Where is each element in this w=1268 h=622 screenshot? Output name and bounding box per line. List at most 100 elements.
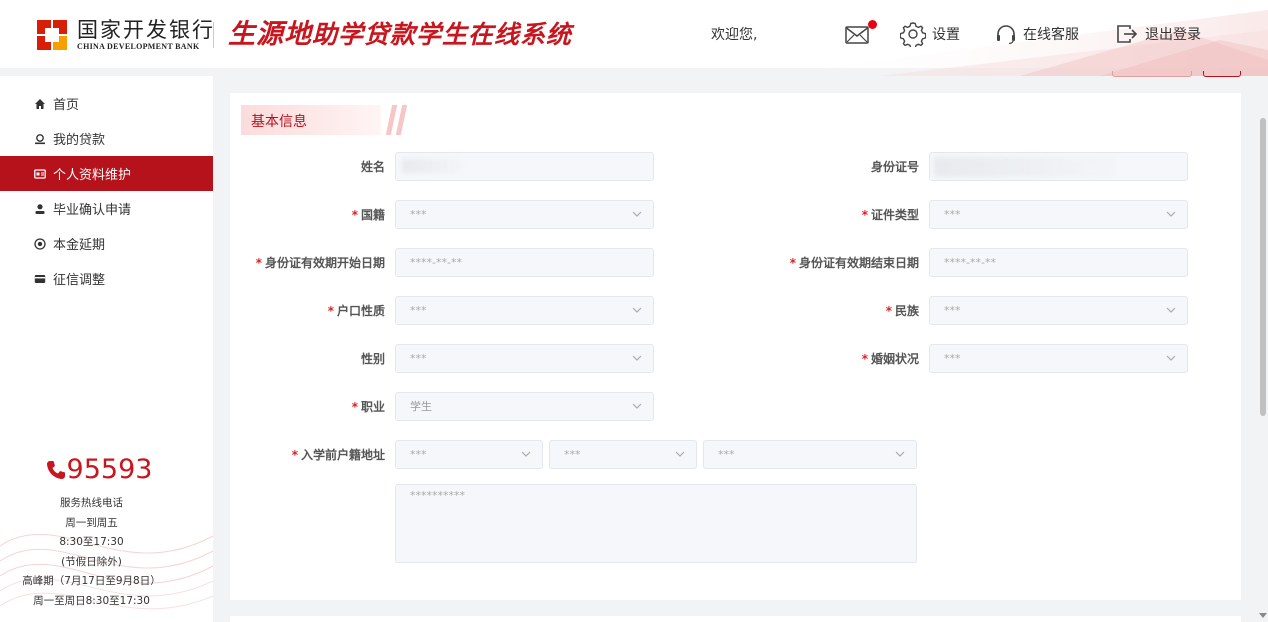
chevron-down-icon <box>632 211 642 217</box>
chevron-down-icon <box>632 307 642 313</box>
online-service-label: 在线客服 <box>1023 27 1079 43</box>
chevron-down-icon <box>1166 307 1176 313</box>
mail-icon <box>845 26 869 44</box>
occupation-label: * 职业 <box>351 400 385 414</box>
sidebar-item-my-loans[interactable]: 我的贷款 <box>0 121 213 156</box>
occupation-select[interactable]: 学生 <box>395 392 654 421</box>
id-end-date-field[interactable]: ****-**-** <box>929 248 1188 277</box>
ethnicity-label: * 民族 <box>885 304 919 318</box>
section-title: 基本信息 <box>241 105 408 135</box>
ethnicity-value: *** <box>944 304 961 317</box>
next-section-card <box>230 616 1241 622</box>
gender-label: 性别 <box>360 352 385 366</box>
id-card-icon <box>34 168 46 179</box>
id-start-date-label: * 身份证有效期开始日期 <box>255 256 385 270</box>
hotline-line: 高峰期（7月17日至9月8日） <box>22 575 161 587</box>
county-value: *** <box>718 448 735 461</box>
gender-select[interactable]: *** <box>395 344 654 373</box>
sidebar-item-label: 我的贷款 <box>53 133 106 148</box>
page-scrollbar[interactable] <box>1257 76 1268 622</box>
marital-status-label: * 婚姻状况 <box>861 352 919 366</box>
nationality-value: *** <box>410 208 427 221</box>
id-type-label: * 证件类型 <box>861 208 919 222</box>
chevron-down-icon <box>632 355 642 361</box>
province-value: *** <box>410 448 427 461</box>
sidebar-item-credit[interactable]: 征信调整 <box>0 261 213 296</box>
id-number-field[interactable] <box>929 152 1188 181</box>
sidebar: 首页 我的贷款 个人资料维护 毕业确认申请 本金延期 征信调整 95593 服务… <box>0 76 213 622</box>
id-type-value: *** <box>944 208 961 221</box>
address-detail-textarea[interactable]: ********** <box>395 484 917 563</box>
system-title-part-a: 生源地 <box>228 19 312 50</box>
gender-value: *** <box>410 352 427 365</box>
chevron-down-icon <box>675 451 685 457</box>
hukou-type-label: * 户口性质 <box>327 304 385 318</box>
scrollbar-thumb[interactable] <box>1260 118 1266 416</box>
system-title: 生源地助学贷款学生在线系统 <box>228 18 572 52</box>
hukou-type-select[interactable]: *** <box>395 296 654 325</box>
nationality-label: * 国籍 <box>351 208 385 222</box>
sidebar-item-label: 个人资料维护 <box>53 168 132 183</box>
chevron-down-icon <box>895 451 905 457</box>
ethnicity-select[interactable]: *** <box>929 296 1188 325</box>
top-action-button-1[interactable] <box>1112 71 1192 77</box>
system-title-part-b: 助学贷款学生在线系统 <box>312 20 573 49</box>
sidebar-item-home[interactable]: 首页 <box>0 86 213 121</box>
hotline-line: 周一到周五 <box>65 516 118 529</box>
sidebar-item-label: 首页 <box>53 98 80 113</box>
logo-divider <box>213 22 214 48</box>
top-action-button-2[interactable] <box>1203 71 1241 77</box>
marital-status-select[interactable]: *** <box>929 344 1188 373</box>
hotline-line: 服务热线电话 <box>60 497 123 509</box>
id-end-date-value: ****-**-** <box>944 256 996 269</box>
sidebar-menu: 首页 我的贷款 个人资料维护 毕业确认申请 本金延期 征信调整 <box>0 86 213 296</box>
hukou-type-value: *** <box>410 304 427 317</box>
bank-logo-mark <box>37 20 67 50</box>
chevron-down-icon <box>1166 211 1176 217</box>
name-label: 姓名 <box>360 160 385 174</box>
sidebar-item-deferral[interactable]: 本金延期 <box>0 226 213 261</box>
bank-name-en: CHINA DEVELOPMENT BANK <box>77 42 200 51</box>
id-end-date-label: * 身份证有效期结束日期 <box>789 256 919 270</box>
gear-icon <box>900 22 926 47</box>
sidebar-item-graduation[interactable]: 毕业确认申请 <box>0 191 213 226</box>
occupation-value: 学生 <box>410 400 432 413</box>
card-icon <box>34 274 46 283</box>
marital-status-value: *** <box>944 352 961 365</box>
sidebar-item-label: 征信调整 <box>53 273 106 288</box>
message-button[interactable] <box>845 20 877 48</box>
id-type-select[interactable]: *** <box>929 200 1188 229</box>
city-value: *** <box>564 448 581 461</box>
welcome-text: 欢迎您, <box>711 27 758 43</box>
loan-icon <box>35 133 45 144</box>
chevron-down-icon <box>1166 355 1176 361</box>
section-title-text: 基本信息 <box>251 114 307 130</box>
home-icon <box>35 98 45 109</box>
basic-info-card: 基本信息 姓名 身份证号 * 国籍 *** * 证件类型 *** * 身份证有效期开始… <box>230 93 1241 600</box>
settings-button[interactable]: 设置 <box>900 20 960 48</box>
sidebar-item-profile[interactable]: 个人资料维护 <box>0 156 213 191</box>
id-start-date-field[interactable]: ****-**-** <box>395 248 654 277</box>
city-select[interactable]: *** <box>549 440 697 469</box>
bank-logo: 国家开发银行 CHINA DEVELOPMENT BANK <box>37 18 215 52</box>
province-select[interactable]: *** <box>395 440 543 469</box>
user-icon <box>35 203 45 214</box>
notification-dot <box>868 20 877 29</box>
nationality-select[interactable]: *** <box>395 200 654 229</box>
address-detail-value: ********** <box>410 489 465 502</box>
hotline-number-text: 95593 <box>66 454 153 485</box>
chevron-down-icon <box>632 403 642 409</box>
phone-icon <box>46 461 65 479</box>
id-number-label: 身份证号 <box>870 160 919 174</box>
hotline-line: (节假日除外) <box>61 555 122 568</box>
hukou-address-label: * 入学前户籍地址 <box>291 448 385 462</box>
headset-icon <box>997 25 1015 45</box>
logout-button[interactable]: 退出登录 <box>1115 20 1201 48</box>
online-service-button[interactable]: 在线客服 <box>995 20 1079 48</box>
chevron-down-icon <box>521 451 531 457</box>
target-icon <box>34 237 46 250</box>
app-header: 国家开发银行 CHINA DEVELOPMENT BANK 生源地助学贷款学生在… <box>0 0 1268 76</box>
name-field[interactable] <box>395 152 654 181</box>
county-select[interactable]: *** <box>703 440 917 469</box>
scroll-down-arrow-icon[interactable] <box>1259 613 1267 618</box>
